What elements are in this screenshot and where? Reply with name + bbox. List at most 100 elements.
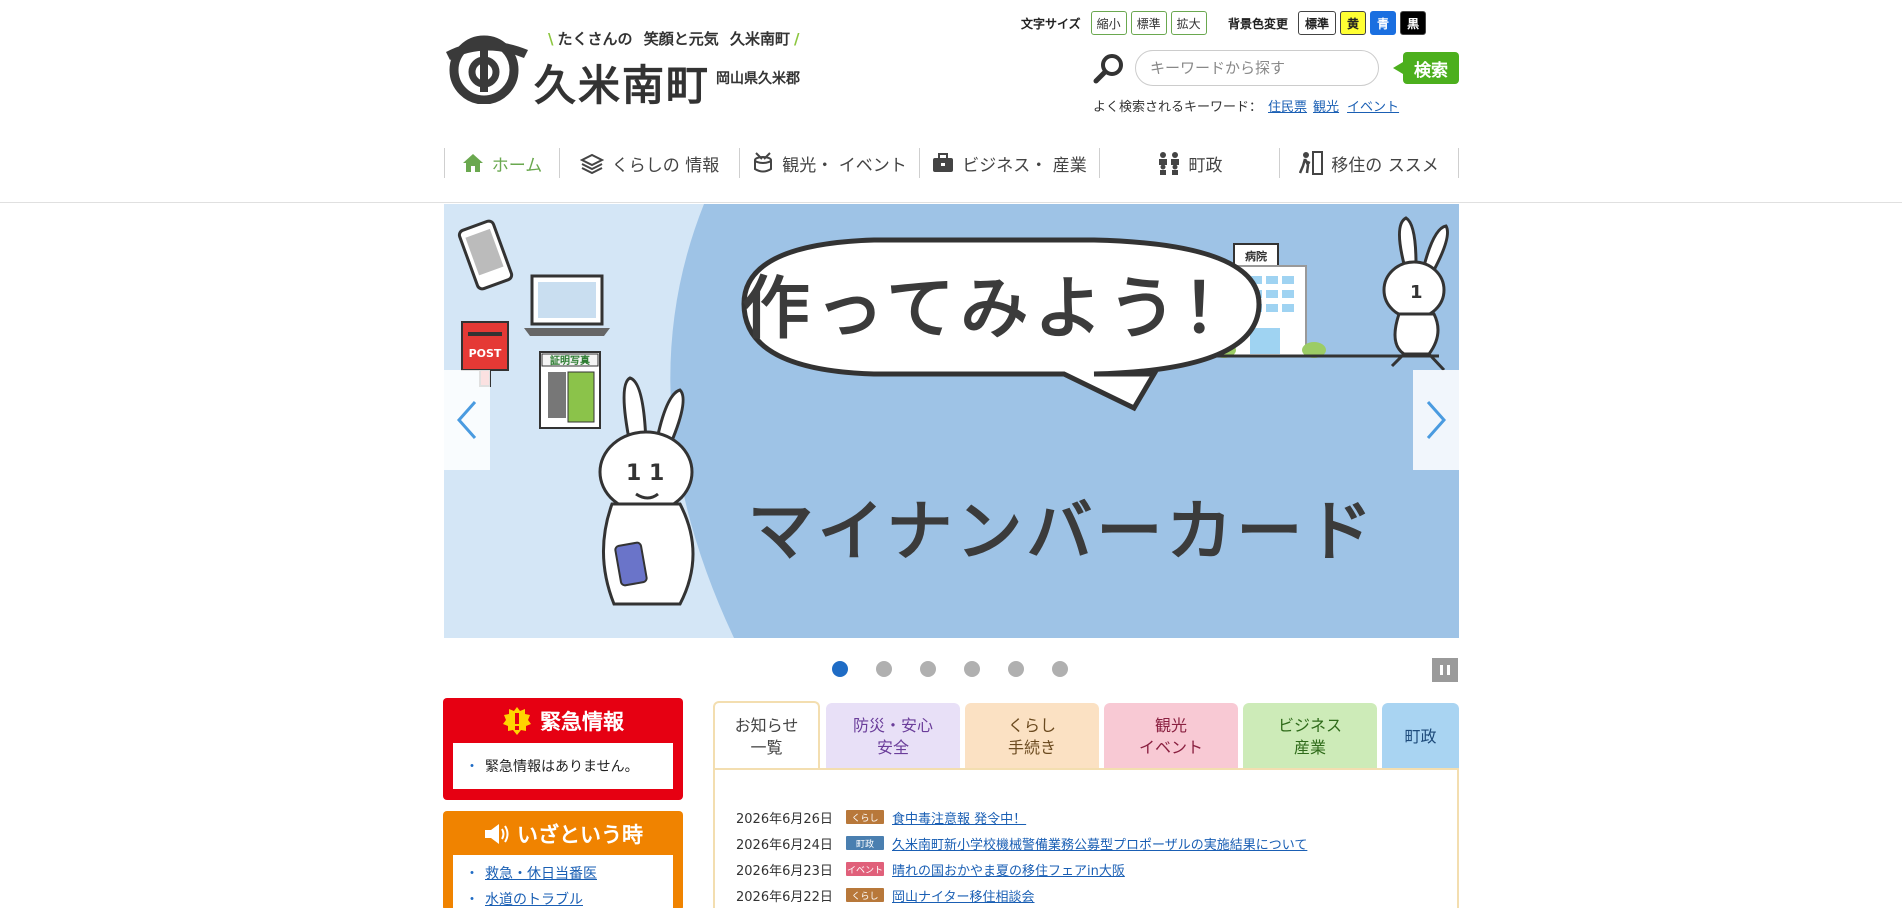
list-item: 2026年6月26日 くらし 食中毒注意報 発令中！ <box>736 804 1307 830</box>
news-date: 2026年6月23日 <box>736 863 833 879</box>
news-list: 2026年6月26日 くらし 食中毒注意報 発令中！ 2026年6月24日 町政… <box>736 804 1307 908</box>
news-date: 2026年6月26日 <box>736 811 833 827</box>
site-search: 検索 <box>1093 48 1459 88</box>
bg-color-controls: 背景色変更 標準 黄 青 黒 <box>1228 10 1427 36</box>
izato-link-row: ・救急・休日当番医 <box>465 863 661 883</box>
search-input[interactable] <box>1135 50 1379 86</box>
news-link[interactable]: 食中毒注意報 発令中！ <box>892 808 1026 827</box>
nav-item-home[interactable]: ホーム <box>444 148 559 178</box>
town-name: 久米南町 <box>534 61 711 110</box>
category-badge: 町政 <box>846 836 884 850</box>
izato-link-emergency-doctor[interactable]: 救急・休日当番医 <box>485 866 597 882</box>
bg-yellow-button[interactable]: 黄 <box>1340 11 1367 35</box>
photo-booth-label: 証明写真 <box>550 354 590 367</box>
nav-item-kanko[interactable]: 観光・ イベント <box>739 148 919 178</box>
nav-label: ビジネス・ 産業 <box>962 155 1087 176</box>
pause-icon-bar <box>1447 665 1450 675</box>
keyword-link-kanko[interactable]: 観光 <box>1313 100 1339 115</box>
tab-news-all[interactable]: お知らせ 一覧 <box>713 701 820 771</box>
drum-icon <box>754 152 773 173</box>
hero-dot-3[interactable] <box>920 661 936 677</box>
tab-label-line: ビジネス <box>1277 715 1342 735</box>
font-size-controls: 文字サイズ 縮小 標準 拡大 <box>1021 10 1207 36</box>
hero-dot-6[interactable] <box>1052 661 1068 677</box>
tab-business[interactable]: ビジネス 産業 <box>1243 703 1377 770</box>
izato-link-row: ・水道のトラブル <box>465 889 661 908</box>
tab-label: お知らせ 一覧 <box>735 715 799 759</box>
izato-link-water-trouble[interactable]: 水道のトラブル <box>485 892 583 908</box>
hero-prev-button[interactable] <box>444 370 490 470</box>
hero-pause-button[interactable] <box>1432 658 1458 682</box>
site-logo-link[interactable]: \ たくさんの 笑顔と元気 久米南町 / 久米南町 岡山県久米郡 <box>444 24 824 110</box>
prefecture-name: 岡山県久米郡 <box>716 71 800 87</box>
news-date: 2026年6月24日 <box>736 837 833 853</box>
pause-icon <box>1440 665 1443 675</box>
nav-item-iju[interactable]: 移住の ススメ <box>1279 148 1459 178</box>
tab-bosai[interactable]: 防災・安心 安全 <box>826 703 960 770</box>
bullet: ・ <box>465 759 479 775</box>
news-link[interactable]: 岡山ナイター移住相談会 <box>892 886 1034 905</box>
banner-subtitle: マイナンバーカード <box>748 493 1377 570</box>
banner-headline: 作ってみよう！ <box>742 270 1257 349</box>
chevron-right-icon <box>1426 401 1447 439</box>
emergency-title: 緊急情報 <box>540 710 624 734</box>
news-date: 2026年6月22日 <box>736 889 833 905</box>
tab-label-line: 産業 <box>1293 737 1326 757</box>
list-item: 2026年6月23日 イベント 晴れの国おかやま夏の移住フェアin大阪 <box>736 856 1307 882</box>
hero-slider[interactable]: POST 証明写真 病院 1 作ってみよう！ マイナンバーカード 1 1 <box>444 204 1459 638</box>
news-link[interactable]: 久米南町新小学校機械警備業務公募型プロポーザルの実施結果について <box>892 834 1307 853</box>
izato-title: いざという時 <box>517 823 643 847</box>
global-nav: ホーム くらしの 情報 観光・ イベント ビジネス・ 産業 町政 移住の ススメ <box>444 148 1459 178</box>
bg-color-label: 背景色変更 <box>1228 16 1289 31</box>
tab-label-line: くらし <box>1007 715 1056 735</box>
nav-item-kurashi[interactable]: くらしの 情報 <box>559 148 739 178</box>
bg-black-button[interactable]: 黒 <box>1400 11 1427 35</box>
bg-blue-button[interactable]: 青 <box>1370 11 1397 35</box>
tab-label: ビジネス 産業 <box>1278 715 1342 759</box>
hero-dot-2[interactable] <box>876 661 892 677</box>
search-button[interactable]: 検索 <box>1393 52 1459 84</box>
font-size-label: 文字サイズ <box>1021 16 1081 31</box>
nav-item-chosei[interactable]: 町政 <box>1099 148 1279 178</box>
izato-panel: いざという時 ・救急・休日当番医 ・水道のトラブル <box>443 811 683 908</box>
tab-label: 観光 イベント <box>1139 715 1203 759</box>
hero-dot-5[interactable] <box>1008 661 1024 677</box>
tab-label: くらし 手続き <box>1008 715 1056 759</box>
nav-item-business[interactable]: ビジネス・ 産業 <box>919 148 1099 178</box>
tab-chosei[interactable]: 町政 <box>1382 703 1459 770</box>
search-icon <box>1093 54 1123 84</box>
font-size-standard-button[interactable]: 標準 <box>1130 11 1167 35</box>
nav-label: 移住の ススメ <box>1331 155 1439 176</box>
news-tabs: お知らせ 一覧 防災・安心 安全 くらし 手続き 観光 イベント ビジネス 産業 町政 <box>713 701 1459 771</box>
bullet: ・ <box>465 892 479 908</box>
nav-label: ホーム <box>491 155 543 176</box>
font-size-large-button[interactable]: 拡大 <box>1170 11 1207 35</box>
izato-title-row: いざという時 <box>443 817 683 851</box>
mynumber-banner: POST 証明写真 病院 1 作ってみよう！ マイナンバーカード 1 1 <box>444 204 1449 638</box>
tab-kanko[interactable]: 観光 イベント <box>1104 703 1238 770</box>
nav-label: くらしの 情報 <box>611 155 720 176</box>
tab-label-line: イベント <box>1138 737 1203 757</box>
emergency-message: 緊急情報はありません。 <box>485 759 639 775</box>
walking-icon <box>1299 151 1324 175</box>
town-tagline: \ たくさんの 笑顔と元気 久米南町 / <box>548 30 800 48</box>
tab-kurashi[interactable]: くらし 手続き <box>965 703 1099 770</box>
news-link[interactable]: 晴れの国おかやま夏の移住フェアin大阪 <box>892 860 1125 879</box>
keyword-link-juminhyo[interactable]: 住民票 <box>1268 100 1307 115</box>
izato-links: ・救急・休日当番医 ・水道のトラブル <box>453 855 673 908</box>
tab-label-line: 観光 <box>1154 715 1187 735</box>
emergency-message-box: ・ 緊急情報はありません。 <box>453 743 673 789</box>
nav-label: 町政 <box>1188 155 1223 176</box>
popular-keywords: よく検索されるキーワード： 住民票 観光 イベント <box>1093 96 1399 115</box>
emergency-title-row: 緊急情報 <box>443 704 683 738</box>
bg-standard-button[interactable]: 標準 <box>1298 11 1337 35</box>
tab-label-line: 防災・安心 <box>852 715 933 735</box>
tab-label-line: 一覧 <box>750 738 783 757</box>
hero-dot-1[interactable] <box>832 661 848 677</box>
keyword-link-event[interactable]: イベント <box>1347 100 1399 115</box>
post-label: POST <box>469 347 502 360</box>
chevron-left-icon <box>456 401 477 439</box>
hero-next-button[interactable] <box>1413 370 1459 470</box>
font-size-small-button[interactable]: 縮小 <box>1090 11 1127 35</box>
hero-dot-4[interactable] <box>964 661 980 677</box>
